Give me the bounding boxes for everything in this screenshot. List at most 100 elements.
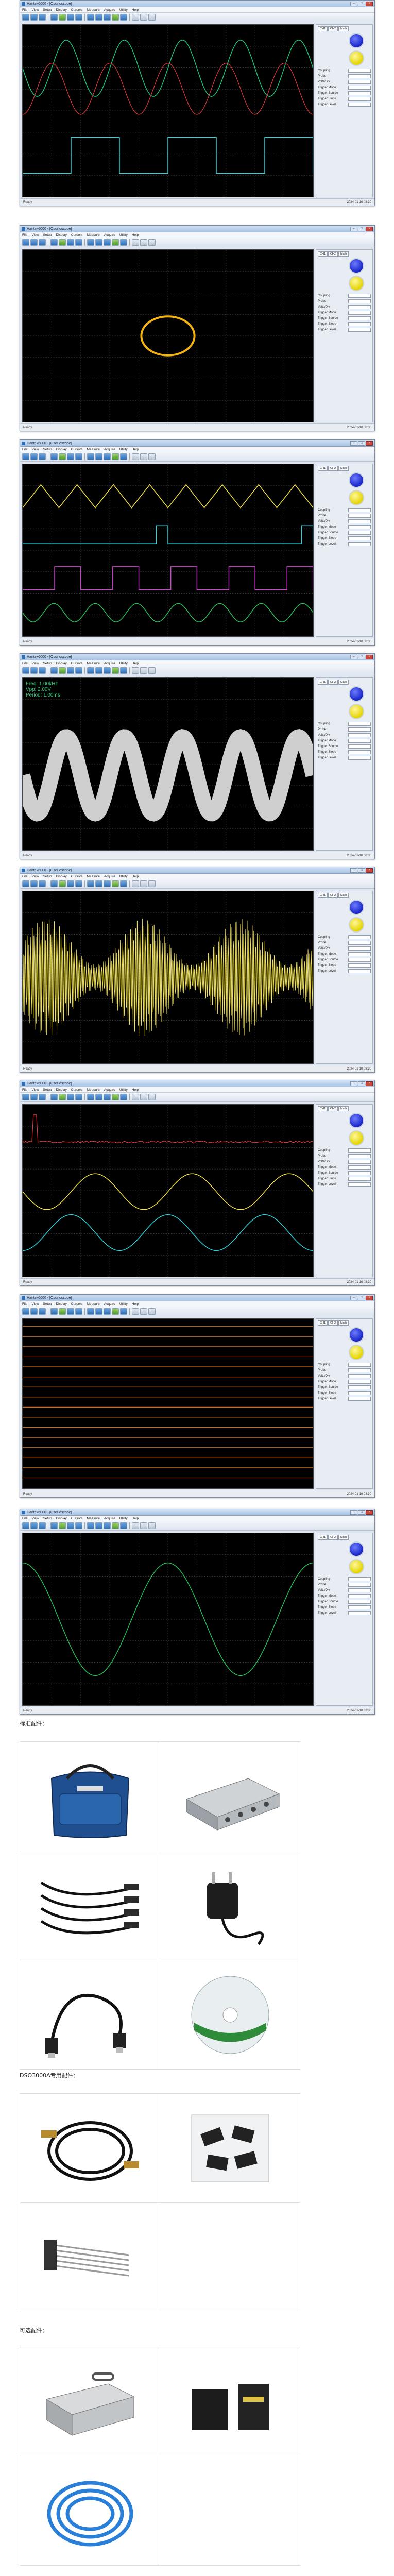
scope-display[interactable] [22, 1318, 314, 1489]
panel-field[interactable] [348, 103, 371, 107]
toolbar-button[interactable] [50, 1094, 58, 1100]
toolbar-button[interactable] [129, 880, 130, 887]
minimize-button[interactable]: – [350, 655, 357, 659]
toolbar-button[interactable] [59, 880, 66, 887]
toolbar-button[interactable] [148, 1094, 156, 1100]
panel-field[interactable] [348, 969, 371, 973]
menu-item[interactable]: Display [56, 662, 66, 665]
menu-item[interactable]: View [31, 1088, 39, 1092]
panel-tab[interactable]: CH1 [318, 680, 328, 685]
panel-tab[interactable]: CH1 [318, 1535, 328, 1540]
toolbar-button[interactable] [132, 239, 139, 246]
toolbar-button[interactable] [22, 1094, 29, 1100]
panel-field[interactable] [348, 316, 371, 320]
menu-item[interactable]: File [22, 875, 27, 878]
panel-field[interactable] [348, 1154, 371, 1158]
panel-tab[interactable]: CH2 [328, 680, 338, 685]
toolbar-button[interactable] [87, 14, 94, 21]
menu-item[interactable]: Acquire [104, 233, 115, 237]
toolbar-button[interactable] [140, 1094, 147, 1100]
panel-field[interactable] [348, 727, 371, 732]
time-base-knob[interactable] [349, 1345, 364, 1360]
toolbar-button[interactable] [50, 14, 58, 21]
maximize-button[interactable]: □ [358, 868, 365, 873]
toolbar-button[interactable] [67, 14, 74, 21]
menu-item[interactable]: Measure [87, 233, 100, 237]
panel-field[interactable] [348, 1611, 371, 1615]
toolbar-button[interactable] [75, 239, 82, 246]
toolbar-button[interactable] [120, 880, 127, 887]
menu-item[interactable]: View [31, 8, 39, 12]
menu-item[interactable]: Help [132, 448, 139, 451]
toolbar-button[interactable] [59, 667, 66, 674]
close-button[interactable]: × [366, 1296, 373, 1300]
volts-div-knob[interactable] [349, 1113, 364, 1128]
toolbar-button[interactable] [132, 453, 139, 460]
panel-field[interactable] [348, 1397, 371, 1401]
toolbar-button[interactable] [148, 453, 156, 460]
scope-display[interactable] [22, 24, 314, 197]
toolbar-button[interactable] [39, 667, 46, 674]
menu-item[interactable]: Setup [43, 1517, 52, 1520]
menu-item[interactable]: Measure [87, 875, 100, 878]
toolbar-button[interactable] [148, 1522, 156, 1529]
panel-field[interactable] [348, 536, 371, 540]
panel-field[interactable] [348, 1148, 371, 1153]
menu-item[interactable]: Acquire [104, 662, 115, 665]
toolbar-button[interactable] [22, 1522, 29, 1529]
panel-field[interactable] [348, 952, 371, 956]
toolbar-button[interactable] [95, 1522, 102, 1529]
menu-item[interactable]: Setup [43, 233, 52, 237]
toolbar-button[interactable] [50, 880, 58, 887]
toolbar-button[interactable] [30, 239, 38, 246]
panel-field[interactable] [348, 294, 371, 298]
toolbar-button[interactable] [140, 667, 147, 674]
volts-div-knob[interactable] [349, 1327, 364, 1343]
menu-item[interactable]: View [31, 875, 39, 878]
toolbar-button[interactable] [59, 453, 66, 460]
toolbar-button[interactable] [67, 1522, 74, 1529]
maximize-button[interactable]: □ [358, 655, 365, 659]
panel-field[interactable] [348, 935, 371, 939]
menu-item[interactable]: Measure [87, 448, 100, 451]
panel-field[interactable] [348, 91, 371, 95]
toolbar-button[interactable] [129, 14, 130, 21]
scope-display[interactable]: Freq: 1.00kHz Vpp: 2.00V Period: 1.00ms [22, 677, 314, 851]
panel-field[interactable] [348, 1165, 371, 1170]
toolbar-button[interactable] [95, 1094, 102, 1100]
panel-field[interactable] [348, 514, 371, 518]
toolbar-button[interactable] [104, 1522, 111, 1529]
panel-field[interactable] [348, 519, 371, 523]
toolbar-button[interactable] [39, 1522, 46, 1529]
toolbar-button[interactable] [95, 453, 102, 460]
close-button[interactable]: × [366, 1510, 373, 1515]
toolbar-button[interactable] [22, 667, 29, 674]
menu-item[interactable]: Help [132, 1517, 139, 1520]
toolbar-button[interactable] [75, 14, 82, 21]
toolbar-button[interactable] [39, 880, 46, 887]
menu-item[interactable]: Cursors [71, 1302, 83, 1306]
panel-field[interactable] [348, 74, 371, 78]
toolbar-button[interactable] [104, 1094, 111, 1100]
toolbar-button[interactable] [75, 667, 82, 674]
toolbar-button[interactable] [84, 239, 85, 246]
toolbar-button[interactable] [50, 1308, 58, 1315]
maximize-button[interactable]: □ [358, 1510, 365, 1515]
toolbar-button[interactable] [129, 1094, 130, 1100]
toolbar-button[interactable] [104, 239, 111, 246]
panel-field[interactable] [348, 722, 371, 726]
panel-field[interactable] [348, 531, 371, 535]
panel-tab[interactable]: CH2 [328, 466, 338, 471]
toolbar-button[interactable] [30, 880, 38, 887]
toolbar-button[interactable] [112, 880, 119, 887]
panel-field[interactable] [348, 1363, 371, 1367]
toolbar-button[interactable] [112, 667, 119, 674]
menu-item[interactable]: Setup [43, 875, 52, 878]
toolbar-button[interactable] [104, 880, 111, 887]
panel-tab[interactable]: CH1 [318, 251, 328, 257]
time-base-knob[interactable] [349, 490, 364, 505]
time-base-knob[interactable] [349, 1559, 364, 1574]
maximize-button[interactable]: □ [358, 227, 365, 231]
toolbar-button[interactable] [140, 1308, 147, 1315]
panel-field[interactable] [348, 1391, 371, 1395]
